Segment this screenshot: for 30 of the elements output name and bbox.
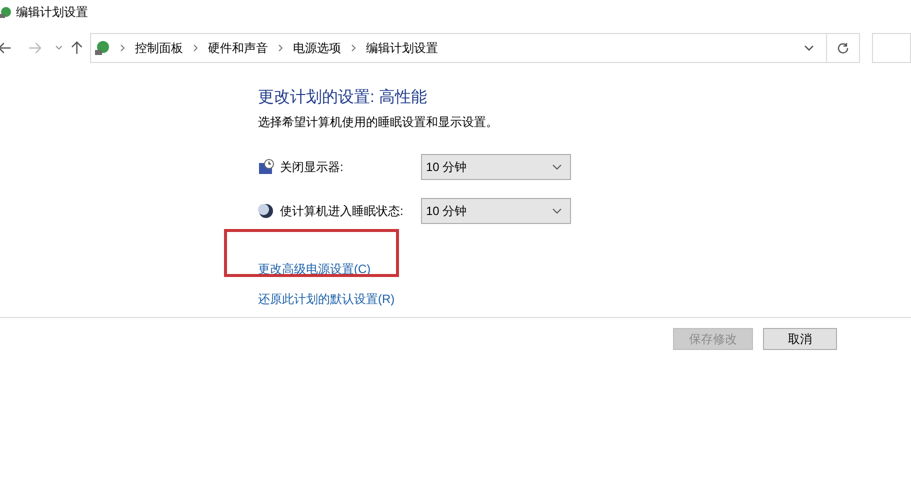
search-field[interactable] (872, 33, 911, 63)
address-bar[interactable]: 控制面板 硬件和声音 电源选项 编辑计划设置 (90, 33, 860, 63)
back-arrow-icon[interactable] (0, 42, 12, 54)
power-plan-icon (94, 40, 110, 56)
breadcrumb-item[interactable]: 控制面板 (134, 39, 183, 57)
chevron-right-icon (350, 44, 356, 52)
cancel-button[interactable]: 取消 (763, 328, 837, 350)
moon-icon (258, 203, 274, 219)
chevron-right-icon (192, 44, 198, 52)
page-description: 选择希望计算机使用的睡眠设置和显示设置。 (258, 114, 499, 131)
settings-link[interactable]: 还原此计划的默认设置(R) (258, 292, 395, 306)
breadcrumb-item[interactable]: 电源选项 (292, 39, 341, 57)
chevron-down-icon[interactable] (55, 45, 64, 51)
breadcrumb-item[interactable]: 编辑计划设置 (366, 39, 438, 57)
window-title: 编辑计划设置 (16, 4, 88, 20)
refresh-icon[interactable] (836, 42, 849, 54)
up-arrow-icon[interactable] (71, 41, 83, 55)
page-heading: 更改计划的设置: 高性能 (258, 88, 428, 108)
time-dropdown[interactable]: 10 分钟 (421, 198, 571, 224)
time-dropdown[interactable]: 10 分钟 (421, 154, 571, 180)
setting-label: 关闭显示器: (280, 159, 344, 176)
chevron-down-icon[interactable] (804, 44, 814, 52)
chevron-down-icon (552, 208, 562, 214)
monitor-clock-icon (258, 159, 274, 175)
chevron-right-icon (120, 44, 125, 52)
chevron-down-icon (552, 164, 562, 170)
setting-label: 使计算机进入睡眠状态: (280, 203, 404, 220)
breadcrumb-item[interactable]: 硬件和声音 (208, 39, 268, 57)
power-plan-icon (0, 4, 12, 18)
chevron-right-icon (278, 44, 283, 52)
